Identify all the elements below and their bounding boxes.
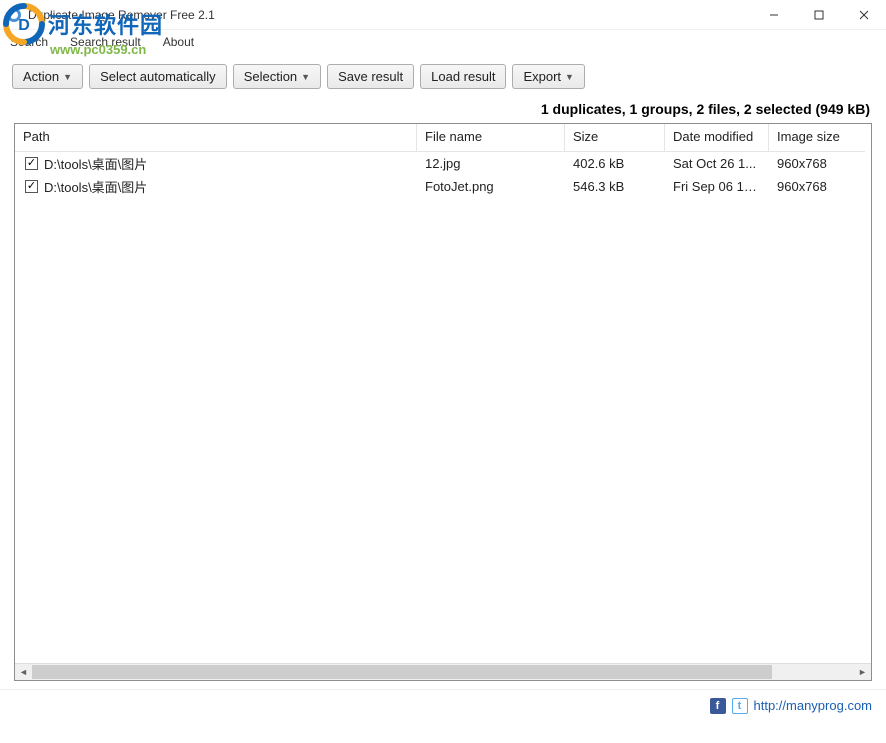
column-header-date[interactable]: Date modified <box>665 124 769 152</box>
cell-path: D:\tools\桌面\图片 <box>44 177 147 196</box>
row-checkbox[interactable] <box>25 157 38 170</box>
facebook-icon[interactable]: f <box>710 698 726 714</box>
column-header-filename[interactable]: File name <box>417 124 565 152</box>
export-label: Export <box>523 69 561 84</box>
minimize-button[interactable] <box>751 0 796 30</box>
cell-imgsize: 960x768 <box>769 154 865 173</box>
scroll-left-button[interactable]: ◄ <box>15 664 32 680</box>
action-button-label: Action <box>23 69 59 84</box>
save-result-button[interactable]: Save result <box>327 64 414 89</box>
maximize-button[interactable] <box>796 0 841 30</box>
window-controls <box>751 0 886 30</box>
footer: f t http://manyprog.com <box>0 689 886 721</box>
titlebar: Duplicate Image Remover Free 2.1 <box>0 0 886 30</box>
chevron-down-icon: ▼ <box>301 72 310 82</box>
save-result-label: Save result <box>338 69 403 84</box>
scroll-thumb[interactable] <box>32 665 772 679</box>
action-button[interactable]: Action ▼ <box>12 64 83 89</box>
results-table: Path File name Size Date modified Image … <box>14 123 872 681</box>
selection-button[interactable]: Selection ▼ <box>233 64 321 89</box>
menu-search[interactable]: Search <box>6 33 52 51</box>
export-button[interactable]: Export ▼ <box>512 64 585 89</box>
column-header-path[interactable]: Path <box>15 124 417 152</box>
row-checkbox[interactable] <box>25 180 38 193</box>
select-auto-label: Select automatically <box>100 69 216 84</box>
window-title: Duplicate Image Remover Free 2.1 <box>28 8 215 22</box>
app-icon <box>6 7 22 23</box>
twitter-icon[interactable]: t <box>732 698 748 714</box>
cell-date: Fri Sep 06 13... <box>665 177 769 196</box>
load-result-button[interactable]: Load result <box>420 64 506 89</box>
column-header-imgsize[interactable]: Image size <box>769 124 865 152</box>
cell-filename: FotoJet.png <box>417 177 565 196</box>
menu-search-result[interactable]: Search result <box>66 33 145 51</box>
cell-size: 546.3 kB <box>565 177 665 196</box>
table-header: Path File name Size Date modified Image … <box>15 124 871 152</box>
cell-filename: 12.jpg <box>417 154 565 173</box>
footer-link[interactable]: http://manyprog.com <box>754 698 873 713</box>
menu-about[interactable]: About <box>159 33 198 51</box>
close-button[interactable] <box>841 0 886 30</box>
cell-path: D:\tools\桌面\图片 <box>44 154 147 173</box>
chevron-down-icon: ▼ <box>63 72 72 82</box>
cell-imgsize: 960x768 <box>769 177 865 196</box>
chevron-down-icon: ▼ <box>565 72 574 82</box>
horizontal-scrollbar[interactable]: ◄ ► <box>15 663 871 680</box>
toolbar: Action ▼ Select automatically Selection … <box>0 54 886 97</box>
cell-size: 402.6 kB <box>565 154 665 173</box>
scroll-right-button[interactable]: ► <box>854 664 871 680</box>
table-row[interactable]: D:\tools\桌面\图片 12.jpg 402.6 kB Sat Oct 2… <box>15 152 871 175</box>
status-summary: 1 duplicates, 1 groups, 2 files, 2 selec… <box>0 97 886 123</box>
cell-date: Sat Oct 26 1... <box>665 154 769 173</box>
select-automatically-button[interactable]: Select automatically <box>89 64 227 89</box>
table-body: D:\tools\桌面\图片 12.jpg 402.6 kB Sat Oct 2… <box>15 152 871 663</box>
column-header-size[interactable]: Size <box>565 124 665 152</box>
menubar: Search Search result About <box>0 30 886 54</box>
scroll-track[interactable] <box>32 664 854 680</box>
selection-label: Selection <box>244 69 297 84</box>
load-result-label: Load result <box>431 69 495 84</box>
table-row[interactable]: D:\tools\桌面\图片 FotoJet.png 546.3 kB Fri … <box>15 175 871 198</box>
